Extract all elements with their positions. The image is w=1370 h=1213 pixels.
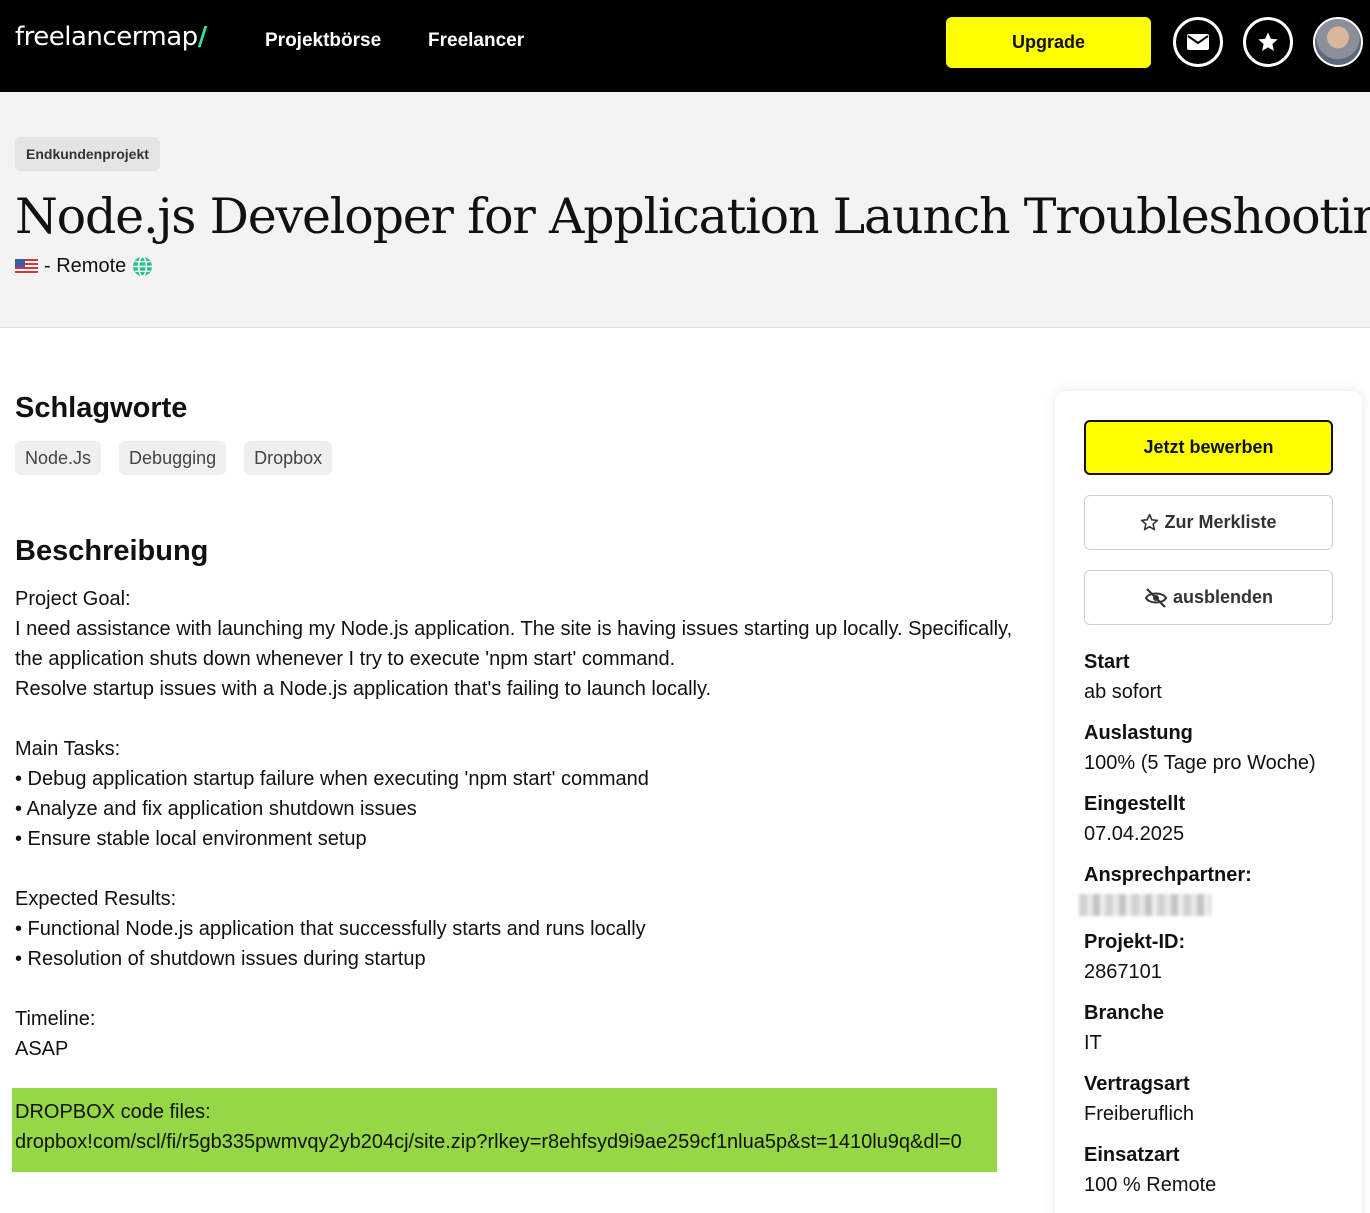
fact-ansprechpartner: Ansprechpartner: <box>1079 860 1344 916</box>
keyword-tags: Node.Js Debugging Dropbox <box>15 441 333 475</box>
location-text: - Remote <box>44 255 127 277</box>
fact-value: 100 % Remote <box>1084 1174 1217 1196</box>
description-line <box>15 704 1025 734</box>
globe-icon <box>133 256 153 277</box>
star-outline-icon <box>1141 513 1159 531</box>
favorites-button[interactable] <box>1243 17 1293 67</box>
description-line: Resolve startup issues with a Node.js ap… <box>15 678 712 700</box>
description-line: ASAP <box>15 1038 69 1060</box>
description-line: • Functional Node.js application that su… <box>15 918 646 940</box>
dropbox-link-text: dropbox!com/scl/fi/r5gb335pwmvqy2yb204cj… <box>15 1131 962 1153</box>
logo-text: freelancermap <box>15 22 198 52</box>
description-line: Project Goal: <box>15 588 131 610</box>
project-location: - Remote <box>15 255 153 278</box>
us-flag-icon <box>15 259 38 274</box>
description-line: • Ensure stable local environment setup <box>15 828 367 850</box>
hide-label: ausblenden <box>1172 587 1274 607</box>
fact-value: Freiberuflich <box>1084 1103 1195 1125</box>
description-line <box>15 974 1025 1004</box>
nav-link-projektboerse[interactable]: Projektbörse <box>265 30 381 52</box>
description-line: • Debug application startup failure when… <box>15 768 649 790</box>
star-icon <box>1258 32 1278 51</box>
fact-label: Projekt-ID: <box>1084 931 1186 953</box>
fact-eingestellt: Eingestellt 07.04.2025 <box>1084 789 1344 849</box>
keywords-heading: Schlagworte <box>15 392 188 424</box>
fact-auslastung: Auslastung 100% (5 Tage pro Woche) <box>1084 718 1344 778</box>
fact-projekt-id: Projekt-ID: 2867101 <box>1084 927 1344 987</box>
description-body: Project Goal: I need assistance with lau… <box>15 584 1025 1064</box>
fact-label: Auslastung <box>1084 722 1193 744</box>
fact-value: 100% (5 Tage pro Woche) <box>1084 752 1316 774</box>
eye-slash-icon <box>1144 587 1168 608</box>
fact-label: Eingestellt <box>1084 793 1186 815</box>
description-line: Timeline: <box>15 1008 96 1030</box>
fact-branche: Branche IT <box>1084 998 1344 1058</box>
fact-label: Start <box>1084 651 1130 673</box>
fact-value: 07.04.2025 <box>1084 823 1185 845</box>
tag-dropbox[interactable]: Dropbox <box>244 441 333 475</box>
blurred-contact-name <box>1079 894 1211 916</box>
watchlist-label: Zur Merkliste <box>1164 512 1277 532</box>
add-to-watchlist-button[interactable]: Zur Merkliste <box>1084 495 1333 550</box>
top-navigation: freelancermap/ Projektbörse Freelancer U… <box>0 0 1370 92</box>
description-line: Expected Results: <box>15 888 177 910</box>
highlight-line: DROPBOX code files: <box>15 1101 211 1123</box>
fact-value: 2867101 <box>1084 961 1162 983</box>
description-line <box>15 854 1025 884</box>
description-line: I need assistance with launching my Node… <box>15 618 1018 670</box>
description-heading: Beschreibung <box>15 535 209 567</box>
description-line: Main Tasks: <box>15 738 121 760</box>
fact-value: ab sofort <box>1084 681 1162 703</box>
mail-icon <box>1187 34 1209 50</box>
fact-label: Einsatzart <box>1084 1144 1180 1166</box>
fact-label: Ansprechpartner: <box>1084 864 1252 886</box>
tag-nodejs[interactable]: Node.Js <box>15 441 102 475</box>
logo-slash: / <box>197 22 208 52</box>
project-header: Endkundenprojekt Node.js Developer for A… <box>0 92 1370 328</box>
upgrade-button[interactable]: Upgrade <box>946 17 1151 68</box>
apply-button[interactable]: Jetzt bewerben <box>1084 420 1333 475</box>
fact-value: IT <box>1084 1032 1102 1054</box>
fact-label: Branche <box>1084 1002 1165 1024</box>
description-line: • Analyze and fix application shutdown i… <box>15 798 417 820</box>
fact-start: Start ab sofort <box>1084 647 1344 707</box>
dropbox-highlight: DROPBOX code files: dropbox!com/scl/fi/r… <box>12 1088 997 1172</box>
nav-link-freelancer[interactable]: Freelancer <box>428 30 524 52</box>
project-sidebar: Jetzt bewerben Zur Merkliste ausblenden … <box>1055 391 1362 1213</box>
page-title: Node.js Developer for Application Launch… <box>15 188 1370 245</box>
project-facts: Start ab sofort Auslastung 100% (5 Tage … <box>1079 647 1344 1211</box>
messages-button[interactable] <box>1173 17 1223 67</box>
avatar[interactable] <box>1313 17 1363 67</box>
project-type-badge: Endkundenprojekt <box>15 137 160 171</box>
fact-label: Vertragsart <box>1084 1073 1190 1095</box>
freelancermap-logo[interactable]: freelancermap/ <box>15 22 207 52</box>
tag-debugging[interactable]: Debugging <box>119 441 227 475</box>
fact-vertragsart: Vertragsart Freiberuflich <box>1084 1069 1344 1129</box>
hide-project-button[interactable]: ausblenden <box>1084 570 1333 625</box>
fact-einsatzart: Einsatzart 100 % Remote <box>1084 1140 1344 1200</box>
description-line: • Resolution of shutdown issues during s… <box>15 948 426 970</box>
